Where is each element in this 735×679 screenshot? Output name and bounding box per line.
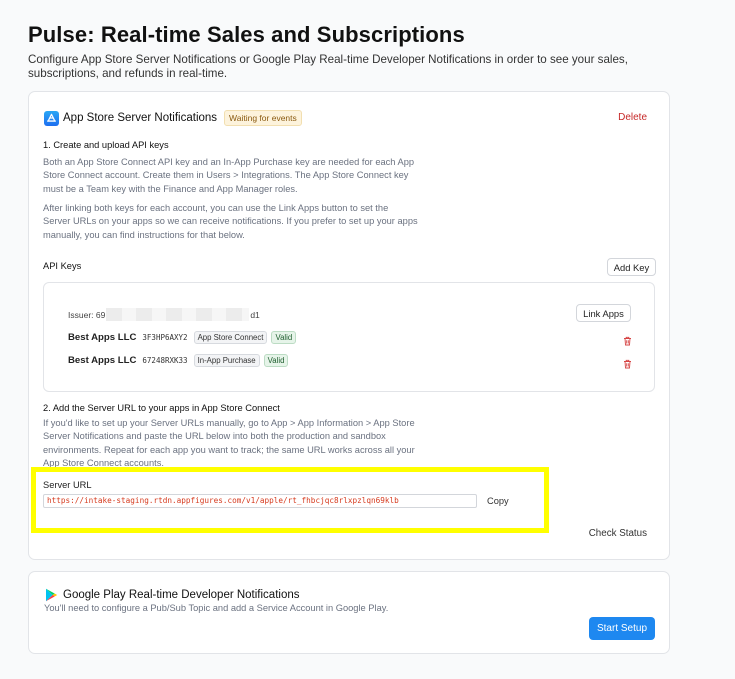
api-keys-list: Issuer: 69 d1 Link Apps Best Apps LLC 3F… (43, 282, 655, 392)
page-title: Pulse: Real-time Sales and Subscriptions (28, 22, 465, 47)
issuer-prefix: Issuer: 69 (68, 309, 106, 320)
delete-button[interactable]: Delete (618, 112, 647, 123)
issuer-row: Issuer: 69 d1 (68, 308, 260, 321)
status-badge: Waiting for events (224, 110, 302, 126)
link-apps-button[interactable]: Link Apps (576, 304, 631, 322)
start-setup-button[interactable]: Start Setup (589, 617, 655, 640)
step1-heading: 1. Create and upload API keys (43, 140, 169, 150)
delete-key-icon[interactable] (623, 333, 632, 346)
step2-heading: 2. Add the Server URL to your apps in Ap… (43, 403, 280, 413)
key-type-tag: App Store Connect (193, 331, 268, 344)
key-account-name: Best Apps LLC (68, 355, 137, 366)
google-play-title: Google Play Real-time Developer Notifica… (63, 588, 300, 601)
add-key-button[interactable]: Add Key (607, 258, 656, 276)
key-type-tag: In-App Purchase (193, 354, 260, 367)
key-account-name: Best Apps LLC (68, 332, 137, 343)
step2-paragraph: If you'd like to set up your Server URLs… (43, 418, 415, 469)
key-valid-badge: Valid (271, 331, 297, 344)
app-store-icon (44, 110, 59, 126)
key-valid-badge: Valid (263, 354, 289, 367)
page-subtitle: Configure App Store Server Notifications… (28, 53, 628, 80)
google-play-icon (44, 587, 59, 602)
key-row: Best Apps LLC 3F3HP6AXY2 App Store Conne… (68, 331, 297, 344)
redacted-issuer-id (106, 308, 250, 321)
google-play-subtitle: You'll need to configure a Pub/Sub Topic… (44, 603, 389, 613)
app-store-header: App Store Server Notifications Waiting f… (44, 110, 302, 126)
google-play-header: Google Play Real-time Developer Notifica… (44, 587, 300, 602)
highlight-box (31, 467, 549, 533)
step1-paragraph-1: Both an App Store Connect API key and an… (43, 157, 415, 194)
step1-paragraph-2: After linking both keys for each account… (43, 203, 418, 240)
api-keys-label: API Keys (43, 261, 82, 271)
delete-key-icon[interactable] (623, 356, 632, 369)
key-row: Best Apps LLC 67248RXK33 In-App Purchase… (68, 354, 289, 367)
app-store-title: App Store Server Notifications (63, 112, 218, 124)
key-id: 67248RXK33 (142, 356, 188, 365)
check-status-button[interactable]: Check Status (589, 528, 647, 539)
issuer-suffix: d1 (250, 309, 260, 320)
key-id: 3F3HP6AXY2 (142, 333, 188, 342)
google-play-card: Google Play Real-time Developer Notifica… (28, 571, 670, 654)
